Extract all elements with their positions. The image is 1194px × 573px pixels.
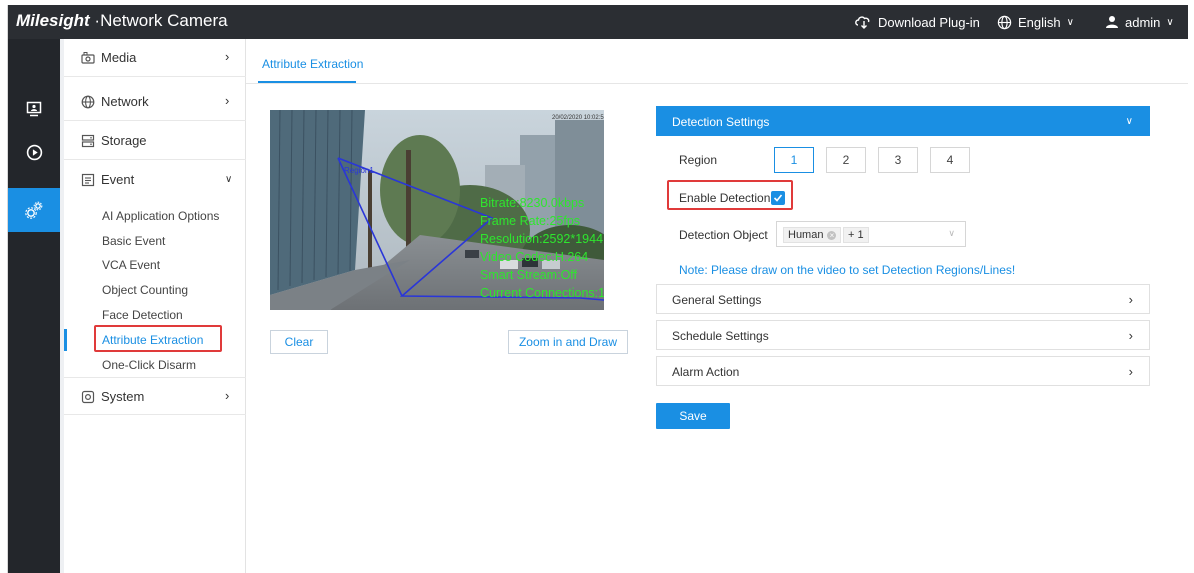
sidebar-item-media[interactable]: Media › xyxy=(64,39,246,77)
system-icon xyxy=(81,390,95,404)
sidebar-item-label: Storage xyxy=(101,133,147,148)
language-dropdown[interactable]: English ∨ xyxy=(997,5,1074,39)
region-label: Region xyxy=(679,153,718,167)
detection-note: Note: Please draw on the video to set De… xyxy=(679,263,1016,277)
icon-rail xyxy=(8,39,60,573)
sidebar-item-label: Network xyxy=(101,94,149,109)
general-settings-header[interactable]: General Settings › xyxy=(656,284,1150,314)
gears-icon xyxy=(25,201,43,219)
play-icon xyxy=(26,144,42,160)
tab-divider xyxy=(246,83,1188,84)
storage-icon xyxy=(81,134,95,148)
camera-icon xyxy=(81,52,95,64)
tag-remove-icon[interactable]: × xyxy=(827,230,837,240)
sidebar-item-label: Media xyxy=(101,50,137,65)
detection-settings-title: Detection Settings xyxy=(672,115,770,129)
save-button[interactable]: Save xyxy=(656,403,730,429)
chevron-right-icon: › xyxy=(225,388,230,403)
app-window: Milesight ·Network Camera Download Plug-… xyxy=(7,5,1188,573)
sidebar-subitem-face-detection[interactable]: Face Detection xyxy=(102,308,183,322)
video-preview[interactable]: 20/02/2020 10:02:50 Region1 Bitrate:8230… xyxy=(270,110,604,310)
chevron-down-icon: ∨ xyxy=(1166,16,1174,28)
active-indicator xyxy=(64,329,67,351)
download-plugin-link[interactable]: Download Plug-in xyxy=(854,5,980,39)
chevron-right-icon: › xyxy=(225,49,230,64)
overlay-frame-rate: Frame Rate:25fps xyxy=(480,214,581,228)
video-overlay-text: Bitrate:8230.0kbps Frame Rate:25fps Reso… xyxy=(480,194,604,302)
sidebar-item-storage[interactable]: Storage xyxy=(64,122,246,160)
download-plugin-label: Download Plug-in xyxy=(878,14,980,30)
region-button-1[interactable]: 1 xyxy=(774,147,814,173)
monitor-icon xyxy=(26,101,42,117)
product-name: Network Camera xyxy=(100,11,228,30)
settings-sidebar: Media › Network › Storage Event ∨ AI App… xyxy=(64,39,246,573)
top-bar: Milesight ·Network Camera Download Plug-… xyxy=(8,5,1188,39)
overlay-bitrate: Bitrate:8230.0kbps xyxy=(480,196,585,210)
detection-object-label: Detection Object xyxy=(679,228,768,242)
detection-object-select[interactable]: Human × + 1 ∨ xyxy=(776,221,966,247)
event-icon xyxy=(81,173,95,187)
globe-icon xyxy=(81,95,95,109)
alarm-action-header[interactable]: Alarm Action › xyxy=(656,356,1150,386)
chevron-down-icon: ∨ xyxy=(948,228,955,238)
overlay-connections: Current Connections:1 xyxy=(480,286,604,300)
brand-name: Milesight xyxy=(16,11,90,30)
sidebar-subitem-ai-application-options[interactable]: AI Application Options xyxy=(102,209,219,223)
sidebar-subitem-basic-event[interactable]: Basic Event xyxy=(102,234,165,248)
clear-button[interactable]: Clear xyxy=(270,330,328,354)
alarm-action-title: Alarm Action xyxy=(672,365,740,379)
detection-settings-header[interactable]: Detection Settings ∨ xyxy=(656,106,1150,136)
rail-playback[interactable] xyxy=(8,130,60,174)
zoom-draw-button[interactable]: Zoom in and Draw xyxy=(508,330,628,354)
app-logo: Milesight ·Network Camera xyxy=(16,11,228,30)
object-tag-more: + 1 xyxy=(843,227,869,243)
user-label: admin xyxy=(1125,14,1161,30)
rail-settings[interactable] xyxy=(8,188,60,232)
schedule-settings-title: Schedule Settings xyxy=(672,329,769,343)
tab-attribute-extraction[interactable]: Attribute Extraction xyxy=(262,57,363,71)
sidebar-item-label: Event xyxy=(101,172,135,187)
sidebar-item-system[interactable]: System › xyxy=(64,377,246,415)
chevron-right-icon: › xyxy=(1128,364,1133,379)
sidebar-subitem-object-counting[interactable]: Object Counting xyxy=(102,283,188,297)
check-icon xyxy=(773,194,783,202)
region-button-2[interactable]: 2 xyxy=(826,147,866,173)
sidebar-item-network[interactable]: Network › xyxy=(64,83,246,121)
rail-live-view[interactable] xyxy=(8,87,60,131)
object-tag-human: Human × xyxy=(783,227,842,243)
chevron-right-icon: › xyxy=(1128,328,1133,343)
sidebar-subitem-one-click-disarm[interactable]: One-Click Disarm xyxy=(102,358,196,372)
chevron-down-icon: ∨ xyxy=(1125,116,1133,127)
object-tag-label: Human xyxy=(788,229,824,241)
download-icon xyxy=(855,16,870,29)
chevron-right-icon: › xyxy=(225,93,230,108)
region-label: Region1 xyxy=(344,166,374,175)
sidebar-item-event[interactable]: Event ∨ xyxy=(64,161,246,199)
object-more-label: + 1 xyxy=(848,229,864,241)
chevron-down-icon: ∨ xyxy=(225,174,233,185)
user-menu[interactable]: admin ∨ xyxy=(1105,5,1174,39)
video-timestamp: 20/02/2020 10:02:50 xyxy=(552,115,604,121)
region-button-3[interactable]: 3 xyxy=(878,147,918,173)
globe-icon xyxy=(997,15,1012,29)
language-label: English xyxy=(1018,14,1061,30)
sidebar-subitem-vca-event[interactable]: VCA Event xyxy=(102,258,160,272)
region-button-4[interactable]: 4 xyxy=(930,147,970,173)
general-settings-title: General Settings xyxy=(672,293,762,307)
sidebar-item-label: System xyxy=(101,389,145,404)
overlay-resolution: Resolution:2592*1944 xyxy=(480,232,604,246)
schedule-settings-header[interactable]: Schedule Settings › xyxy=(656,320,1150,350)
user-icon xyxy=(1106,16,1118,28)
chevron-right-icon: › xyxy=(1128,292,1133,307)
enable-detection-checkbox[interactable] xyxy=(771,191,785,205)
highlight-box xyxy=(94,325,222,352)
overlay-smart-stream: Smart Stream:Off xyxy=(480,268,578,282)
main-panel: Attribute Extraction 20/02/2020 10:02:50… xyxy=(246,39,1188,573)
overlay-video-codec: Video Codec:H.264 xyxy=(480,250,589,264)
chevron-down-icon: ∨ xyxy=(1066,16,1074,28)
enable-detection-label: Enable Detection xyxy=(679,191,771,205)
